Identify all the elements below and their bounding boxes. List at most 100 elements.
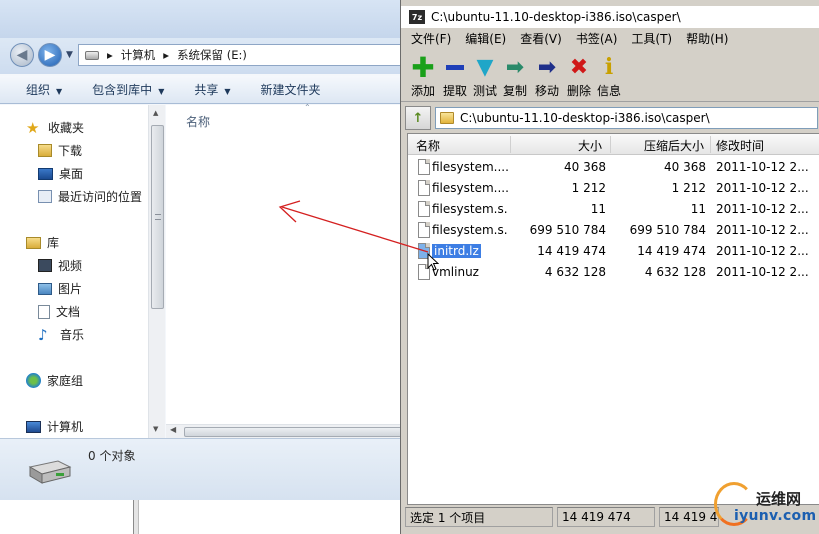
column-header-name[interactable]: 名称 bbox=[416, 137, 440, 154]
nav-scrollbar[interactable]: ▲ ▼ bbox=[148, 105, 165, 438]
column-header-packed[interactable]: 压缩后大小 bbox=[644, 137, 704, 154]
breadcrumb-sep-icon: ▸ bbox=[163, 48, 170, 62]
move-icon: ➡ bbox=[537, 54, 557, 80]
explorer-titlebar bbox=[0, 0, 404, 38]
scroll-grip-icon bbox=[155, 214, 161, 220]
scroll-left-icon[interactable]: ◀ bbox=[170, 425, 176, 434]
add-button[interactable]: ✚ 添加 bbox=[405, 51, 441, 99]
organize-button[interactable]: 组织 ▼ bbox=[26, 81, 62, 98]
file-list-pane[interactable]: ⌃ 名称 bbox=[166, 103, 404, 438]
file-name: filesystem.s... bbox=[432, 202, 508, 216]
sevenzip-titlebar[interactable]: 7z C:\ubuntu-11.10-desktop-i386.iso\casp… bbox=[401, 6, 819, 28]
move-label: 移动 bbox=[534, 84, 559, 98]
nav-favorites[interactable]: ★ 收藏夹 bbox=[26, 119, 84, 136]
include-library-button[interactable]: 包含到库中 ▼ bbox=[92, 81, 164, 98]
file-packed-size: 40 368 bbox=[664, 160, 706, 174]
file-name-text: filesystem.... bbox=[432, 181, 508, 195]
homegroup-icon bbox=[26, 373, 41, 388]
nav-music[interactable]: ♪ 音乐 bbox=[38, 326, 84, 343]
file-size: 11 bbox=[590, 202, 606, 216]
object-count: 0 个对象 bbox=[88, 449, 136, 463]
history-dropdown-icon[interactable]: ▼ bbox=[66, 50, 73, 60]
table-row[interactable]: filesystem.... 1 212 1 212 2011-10-12 2.… bbox=[408, 178, 819, 199]
explorer-command-bar: 组织 ▼ 包含到库中 ▼ 共享 ▼ 新建文件夹 bbox=[0, 76, 404, 104]
column-divider[interactable] bbox=[510, 136, 511, 153]
nav-videos[interactable]: 视频 bbox=[38, 257, 82, 274]
file-name-text: filesystem.... bbox=[432, 160, 508, 174]
dropdown-icon: ▼ bbox=[158, 87, 165, 96]
column-header-modified[interactable]: 修改时间 bbox=[716, 137, 764, 154]
nav-documents[interactable]: 文档 bbox=[38, 303, 80, 320]
back-arrow-icon: ◀ bbox=[16, 47, 28, 63]
file-name: filesystem.... bbox=[432, 181, 508, 195]
dropdown-icon: ▼ bbox=[56, 87, 63, 96]
nav-homegroup[interactable]: 家庭组 bbox=[26, 372, 83, 389]
menu-file[interactable]: 文件(F) bbox=[411, 30, 451, 50]
menu-edit[interactable]: 编辑(E) bbox=[465, 30, 506, 50]
mouse-cursor-icon bbox=[427, 253, 439, 271]
forward-button[interactable]: ▶ bbox=[38, 43, 62, 67]
nav-videos-label: 视频 bbox=[58, 259, 83, 273]
copy-button[interactable]: ➡ 复制 bbox=[497, 54, 533, 99]
video-icon bbox=[38, 259, 52, 272]
file-modified: 2011-10-12 2... bbox=[716, 202, 809, 216]
file-packed-size: 1 212 bbox=[671, 181, 706, 195]
menu-view[interactable]: 查看(V) bbox=[520, 30, 562, 50]
table-row[interactable]: filesystem.s... 11 11 2011-10-12 2... bbox=[408, 199, 819, 220]
file-packed-size: 699 510 784 bbox=[629, 223, 706, 237]
file-name-text: filesystem.s... bbox=[432, 223, 508, 237]
table-row-selected[interactable]: initrd.lz 14 419 474 14 419 474 2011-10-… bbox=[408, 241, 819, 262]
nav-computer[interactable]: 计算机 bbox=[26, 418, 83, 435]
nav-libraries[interactable]: 库 bbox=[26, 234, 59, 251]
up-folder-button[interactable]: ↑ bbox=[405, 106, 431, 130]
file-name-text: vmlinuz bbox=[432, 265, 479, 279]
column-header-name[interactable]: 名称 bbox=[186, 113, 210, 130]
menu-bookmarks[interactable]: 书签(A) bbox=[576, 30, 618, 50]
nav-recent[interactable]: 最近访问的位置 bbox=[38, 188, 142, 205]
horizontal-scroll-thumb[interactable] bbox=[184, 427, 406, 437]
table-row[interactable]: filesystem.s... 699 510 784 699 510 784 … bbox=[408, 220, 819, 241]
archive-file-list[interactable]: 名称 大小 压缩后大小 修改时间 filesystem.... 40 368 4… bbox=[407, 133, 819, 505]
new-folder-button[interactable]: 新建文件夹 bbox=[261, 81, 321, 98]
table-row[interactable]: filesystem.... 40 368 40 368 2011-10-12 … bbox=[408, 157, 819, 178]
move-button[interactable]: ➡ 移动 bbox=[529, 54, 565, 99]
breadcrumb-computer[interactable]: 计算机 bbox=[121, 47, 156, 63]
table-row[interactable]: vmlinuz 4 632 128 4 632 128 2011-10-12 2… bbox=[408, 262, 819, 283]
column-header-size[interactable]: 大小 bbox=[578, 137, 602, 154]
horizontal-scrollbar[interactable]: ◀ bbox=[166, 424, 406, 438]
menu-help[interactable]: 帮助(H) bbox=[686, 30, 728, 50]
info-label: 信息 bbox=[596, 84, 621, 98]
library-icon bbox=[26, 236, 41, 249]
path-input[interactable]: C:\ubuntu-11.10-desktop-i386.iso\casper\ bbox=[435, 107, 818, 129]
nav-pictures[interactable]: 图片 bbox=[38, 280, 82, 297]
column-divider[interactable] bbox=[610, 136, 611, 153]
back-button[interactable]: ◀ bbox=[10, 43, 34, 67]
file-name: filesystem.... bbox=[432, 160, 508, 174]
nav-desktop-label: 桌面 bbox=[59, 167, 84, 181]
column-divider[interactable] bbox=[710, 136, 711, 153]
menu-tools[interactable]: 工具(T) bbox=[631, 30, 672, 50]
nav-music-label: 音乐 bbox=[60, 328, 85, 342]
scroll-down-icon[interactable]: ▼ bbox=[153, 425, 158, 433]
breadcrumb-drive[interactable]: 系统保留 (E:) bbox=[177, 47, 247, 63]
toolbar: ✚ 添加 提取 ▼ 测试 ➡ 复制 ➡ 移动 ✖ 删除 i 信息 bbox=[401, 51, 819, 102]
nav-libraries-label: 库 bbox=[47, 236, 60, 250]
nav-downloads-label: 下载 bbox=[58, 144, 83, 158]
file-packed-size: 11 bbox=[690, 202, 706, 216]
share-button[interactable]: 共享 ▼ bbox=[194, 81, 230, 98]
sort-indicator-icon: ⌃ bbox=[304, 103, 311, 112]
download-folder-icon bbox=[38, 144, 52, 157]
info-button[interactable]: i 信息 bbox=[591, 54, 627, 99]
nav-scroll-thumb[interactable] bbox=[151, 125, 164, 309]
scroll-up-icon[interactable]: ▲ bbox=[153, 109, 158, 117]
organize-label: 组织 bbox=[26, 83, 51, 97]
watermark-text: 运维网 bbox=[756, 490, 802, 508]
file-icon bbox=[418, 159, 430, 175]
breadcrumb[interactable]: ▸ 计算机 ▸ 系统保留 (E:) bbox=[78, 44, 408, 66]
nav-desktop[interactable]: 桌面 bbox=[38, 165, 83, 182]
background-window-edge bbox=[133, 500, 139, 534]
file-size: 14 419 474 bbox=[537, 244, 606, 258]
file-size: 4 632 128 bbox=[544, 265, 606, 279]
music-icon: ♪ bbox=[38, 325, 48, 344]
nav-downloads[interactable]: 下载 bbox=[38, 142, 82, 159]
